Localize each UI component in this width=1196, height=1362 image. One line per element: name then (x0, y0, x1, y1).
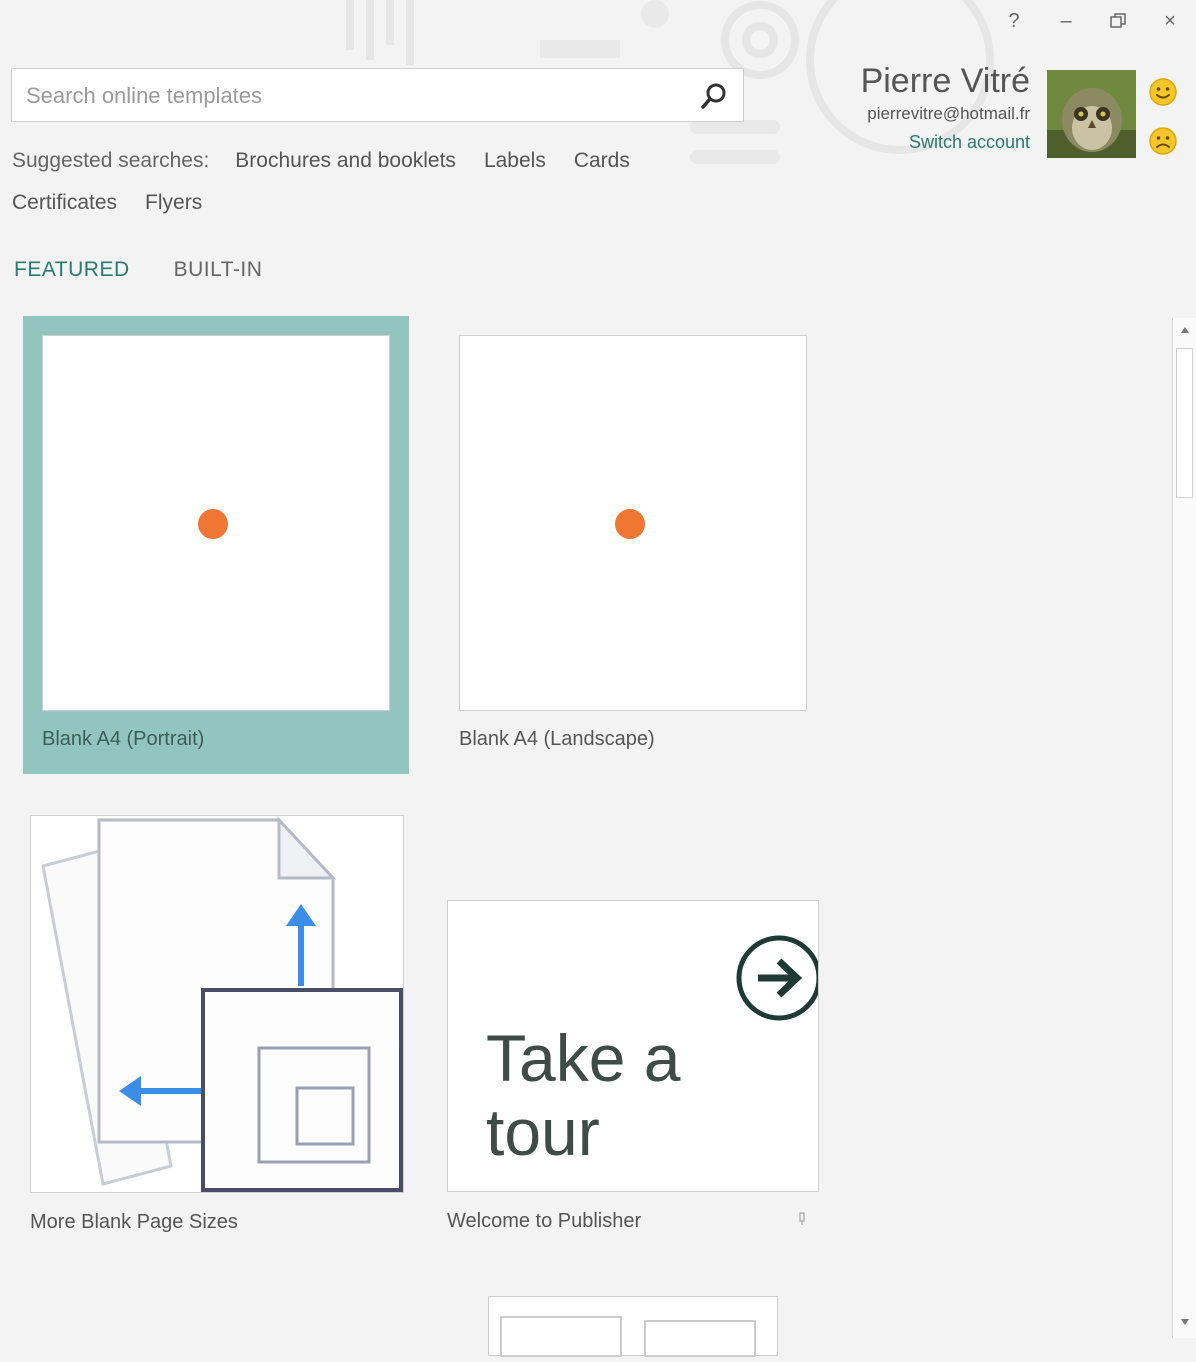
minimize-button[interactable]: – (1040, 6, 1092, 36)
scroll-thumb[interactable] (1176, 348, 1193, 498)
suggested-searches: Suggested searches: Brochures and booklet… (12, 140, 712, 224)
chevron-down-icon (1180, 1319, 1189, 1325)
account-name: Pierre Vitré (860, 62, 1030, 100)
help-button[interactable]: ? (988, 6, 1040, 36)
template-partial[interactable] (488, 1296, 778, 1358)
suggested-certificates-link[interactable]: Certificates (12, 191, 117, 214)
restore-button[interactable] (1092, 6, 1144, 36)
template-welcome-to-publisher[interactable]: Take a tour Welcome to Publisher (447, 900, 823, 1240)
template-thumbnail (459, 335, 807, 711)
template-tabs: FEATURED BUILT-IN (14, 258, 306, 282)
scroll-down-arrow[interactable] (1173, 1310, 1196, 1334)
tour-line: tour (486, 1095, 600, 1169)
suggested-brochures-link[interactable]: Brochures and booklets (235, 149, 456, 172)
page-sizes-icon (41, 816, 403, 1192)
frown-icon[interactable] (1148, 126, 1178, 156)
switch-account-link[interactable]: Switch account (861, 132, 1030, 153)
template-label: Welcome to Publisher (447, 1210, 642, 1232)
suggested-searches-label: Suggested searches: (12, 149, 210, 172)
arrow-right-circle-icon (736, 935, 818, 1021)
take-a-tour-text: Take a tour (486, 1021, 680, 1169)
suggested-flyers-link[interactable]: Flyers (145, 191, 202, 214)
template-thumbnail: Take a tour (447, 900, 819, 1192)
avatar[interactable] (1047, 70, 1136, 158)
template-thumbnail (30, 815, 404, 1193)
tab-built-in[interactable]: BUILT-IN (174, 258, 263, 282)
chevron-up-icon (1180, 327, 1189, 333)
template-label: Blank A4 (Landscape) (459, 728, 655, 750)
take-a-line: Take a (486, 1021, 681, 1095)
tab-featured[interactable]: FEATURED (14, 258, 130, 282)
suggested-labels-link[interactable]: Labels (484, 149, 546, 172)
pin-icon[interactable] (797, 1212, 807, 1226)
suggested-cards-link[interactable]: Cards (574, 149, 630, 172)
avatar-image (1047, 70, 1136, 158)
template-blank-a4-landscape[interactable]: Blank A4 (Landscape) (440, 316, 826, 774)
search-input[interactable] (24, 69, 688, 123)
restore-icon (1110, 13, 1126, 28)
vertical-scrollbar[interactable] (1172, 318, 1196, 1338)
smiley-icon[interactable] (1148, 77, 1178, 107)
template-more-blank-page-sizes[interactable]: More Blank Page Sizes (30, 815, 410, 1240)
search-box (11, 68, 744, 123)
template-label: More Blank Page Sizes (30, 1211, 238, 1233)
scroll-up-arrow[interactable] (1173, 318, 1196, 342)
orange-dot-icon (198, 509, 228, 539)
window-controls: ? – × (988, 6, 1196, 36)
account-info: Pierre Vitré pierrevitre@hotmail.fr Swit… (861, 62, 1030, 153)
account-email: pierrevitre@hotmail.fr (867, 104, 1030, 123)
template-thumbnail (42, 335, 390, 711)
template-label: Blank A4 (Portrait) (42, 728, 205, 750)
search-icon[interactable] (699, 81, 729, 111)
template-blank-a4-portrait[interactable]: Blank A4 (Portrait) (23, 316, 409, 774)
template-partial-thumbnail (500, 1316, 756, 1358)
orange-dot-icon (615, 509, 645, 539)
close-button[interactable]: × (1144, 6, 1196, 36)
